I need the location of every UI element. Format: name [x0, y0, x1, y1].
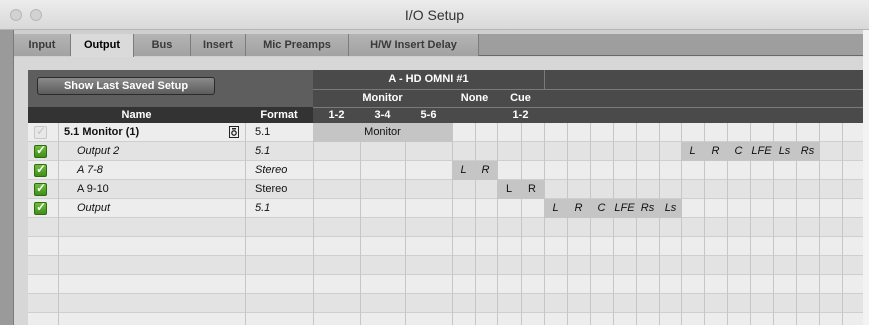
row-4-name[interactable]: A 9-10	[77, 180, 109, 199]
cue-1-2-header[interactable]: 1-2	[497, 107, 544, 123]
tab-bar: Input Output Bus Insert Mic Preamps H/W …	[14, 34, 863, 57]
channel-label: L	[460, 164, 467, 176]
table-row	[28, 313, 863, 325]
none-group-header[interactable]: None	[452, 89, 497, 107]
none-sub-header[interactable]	[452, 107, 497, 123]
tab-bus[interactable]: Bus	[134, 34, 191, 56]
table-row	[28, 237, 863, 256]
channel-label: C	[597, 202, 606, 214]
channel-label: R	[711, 145, 720, 157]
grid-column-line	[567, 123, 568, 325]
window-title: I/O Setup	[404, 7, 465, 23]
row-1-name[interactable]: 5.1 Monitor (1)	[64, 123, 139, 142]
empty-header-area	[544, 89, 863, 123]
table-row	[28, 275, 863, 294]
row-5-checkbox[interactable]	[34, 200, 47, 215]
row-4-checkbox[interactable]	[34, 181, 47, 196]
grid-column-line	[636, 123, 637, 325]
title-bar: I/O Setup	[0, 0, 869, 30]
grid-column-line	[521, 123, 522, 325]
header-hline	[313, 89, 863, 90]
monitor-1-2-header[interactable]: 1-2	[313, 107, 360, 123]
grid-column-line	[475, 123, 476, 325]
grid-column-line	[58, 123, 59, 325]
row-3-checkbox[interactable]	[34, 162, 47, 177]
row-4-format: Stereo	[255, 183, 288, 195]
tab-hw-insert-delay[interactable]: H/W Insert Delay	[349, 34, 479, 56]
row-3-assignment[interactable]: L R	[452, 161, 497, 180]
channel-label: R	[574, 202, 583, 214]
tab-insert[interactable]: Insert	[191, 34, 246, 56]
grid-column-line	[313, 123, 314, 325]
row-3-format: Stereo	[255, 164, 288, 176]
table-row[interactable]	[28, 199, 863, 218]
grid-column-line	[452, 123, 453, 325]
table-row	[28, 256, 863, 275]
grid-column-line	[613, 123, 614, 325]
channel-label: L	[552, 202, 559, 214]
grid-column-line	[245, 123, 246, 325]
format-column-header[interactable]: Format	[245, 107, 313, 123]
monitor-group-header[interactable]: Monitor	[313, 89, 452, 107]
channel-label: L	[689, 145, 696, 157]
grid-column-line	[590, 123, 591, 325]
grid-column-line	[360, 123, 361, 325]
row-5-assignment[interactable]: L R C LFE Rs Ls	[544, 199, 682, 218]
grid-column-line	[405, 123, 406, 325]
monitor-3-4-header[interactable]: 3-4	[360, 107, 405, 123]
header-hline	[313, 107, 863, 108]
tab-output[interactable]: Output	[71, 34, 134, 57]
table-row	[28, 218, 863, 237]
channel-label: C	[734, 145, 743, 157]
row-1-checkbox[interactable]	[34, 124, 47, 139]
row-5-name[interactable]: Output	[77, 199, 110, 218]
table-row[interactable]	[28, 161, 863, 180]
monitor-5-6-header[interactable]: 5-6	[405, 107, 452, 123]
channel-label: Ls	[778, 145, 791, 157]
channel-label: LFE	[751, 145, 772, 157]
table-row	[28, 294, 863, 313]
monitor-assignment-label: Monitor	[364, 126, 401, 138]
channel-label: LFE	[614, 202, 635, 214]
interface-title: A - HD OMNI #1	[313, 70, 544, 89]
row-1-format: 5.1	[255, 126, 271, 138]
row-2-format: 5.1	[255, 145, 271, 157]
grid-column-line	[544, 123, 545, 325]
name-column-header[interactable]: Name	[28, 107, 245, 123]
row-2-name[interactable]: Output 2	[77, 142, 119, 161]
row-2-assignment[interactable]: L R C LFE Ls Rs	[681, 142, 820, 161]
background-window-strip	[0, 30, 14, 325]
row-4-assignment[interactable]: L R	[497, 180, 544, 199]
row-5-format: 5.1	[255, 202, 271, 214]
channel-label: L	[505, 183, 513, 195]
grid-column-line	[659, 123, 660, 325]
table-row[interactable]	[28, 180, 863, 199]
tab-mic-preamps[interactable]: Mic Preamps	[246, 34, 349, 56]
cue-group-header[interactable]: Cue	[497, 89, 544, 107]
tab-input[interactable]: Input	[14, 34, 71, 56]
show-last-saved-setup-button[interactable]: Show Last Saved Setup	[37, 77, 215, 95]
channel-label: Ls	[664, 202, 677, 214]
channel-label: R	[528, 183, 536, 195]
lock-icon[interactable]	[229, 126, 239, 138]
channel-label: R	[481, 164, 490, 176]
grid-column-line	[842, 123, 843, 325]
row-2-checkbox[interactable]	[34, 143, 47, 158]
row-3-name[interactable]: A 7-8	[77, 161, 103, 180]
channel-label: Rs	[640, 202, 655, 214]
right-edge	[863, 30, 869, 325]
channel-label: Rs	[800, 145, 815, 157]
grid-column-line	[497, 123, 498, 325]
